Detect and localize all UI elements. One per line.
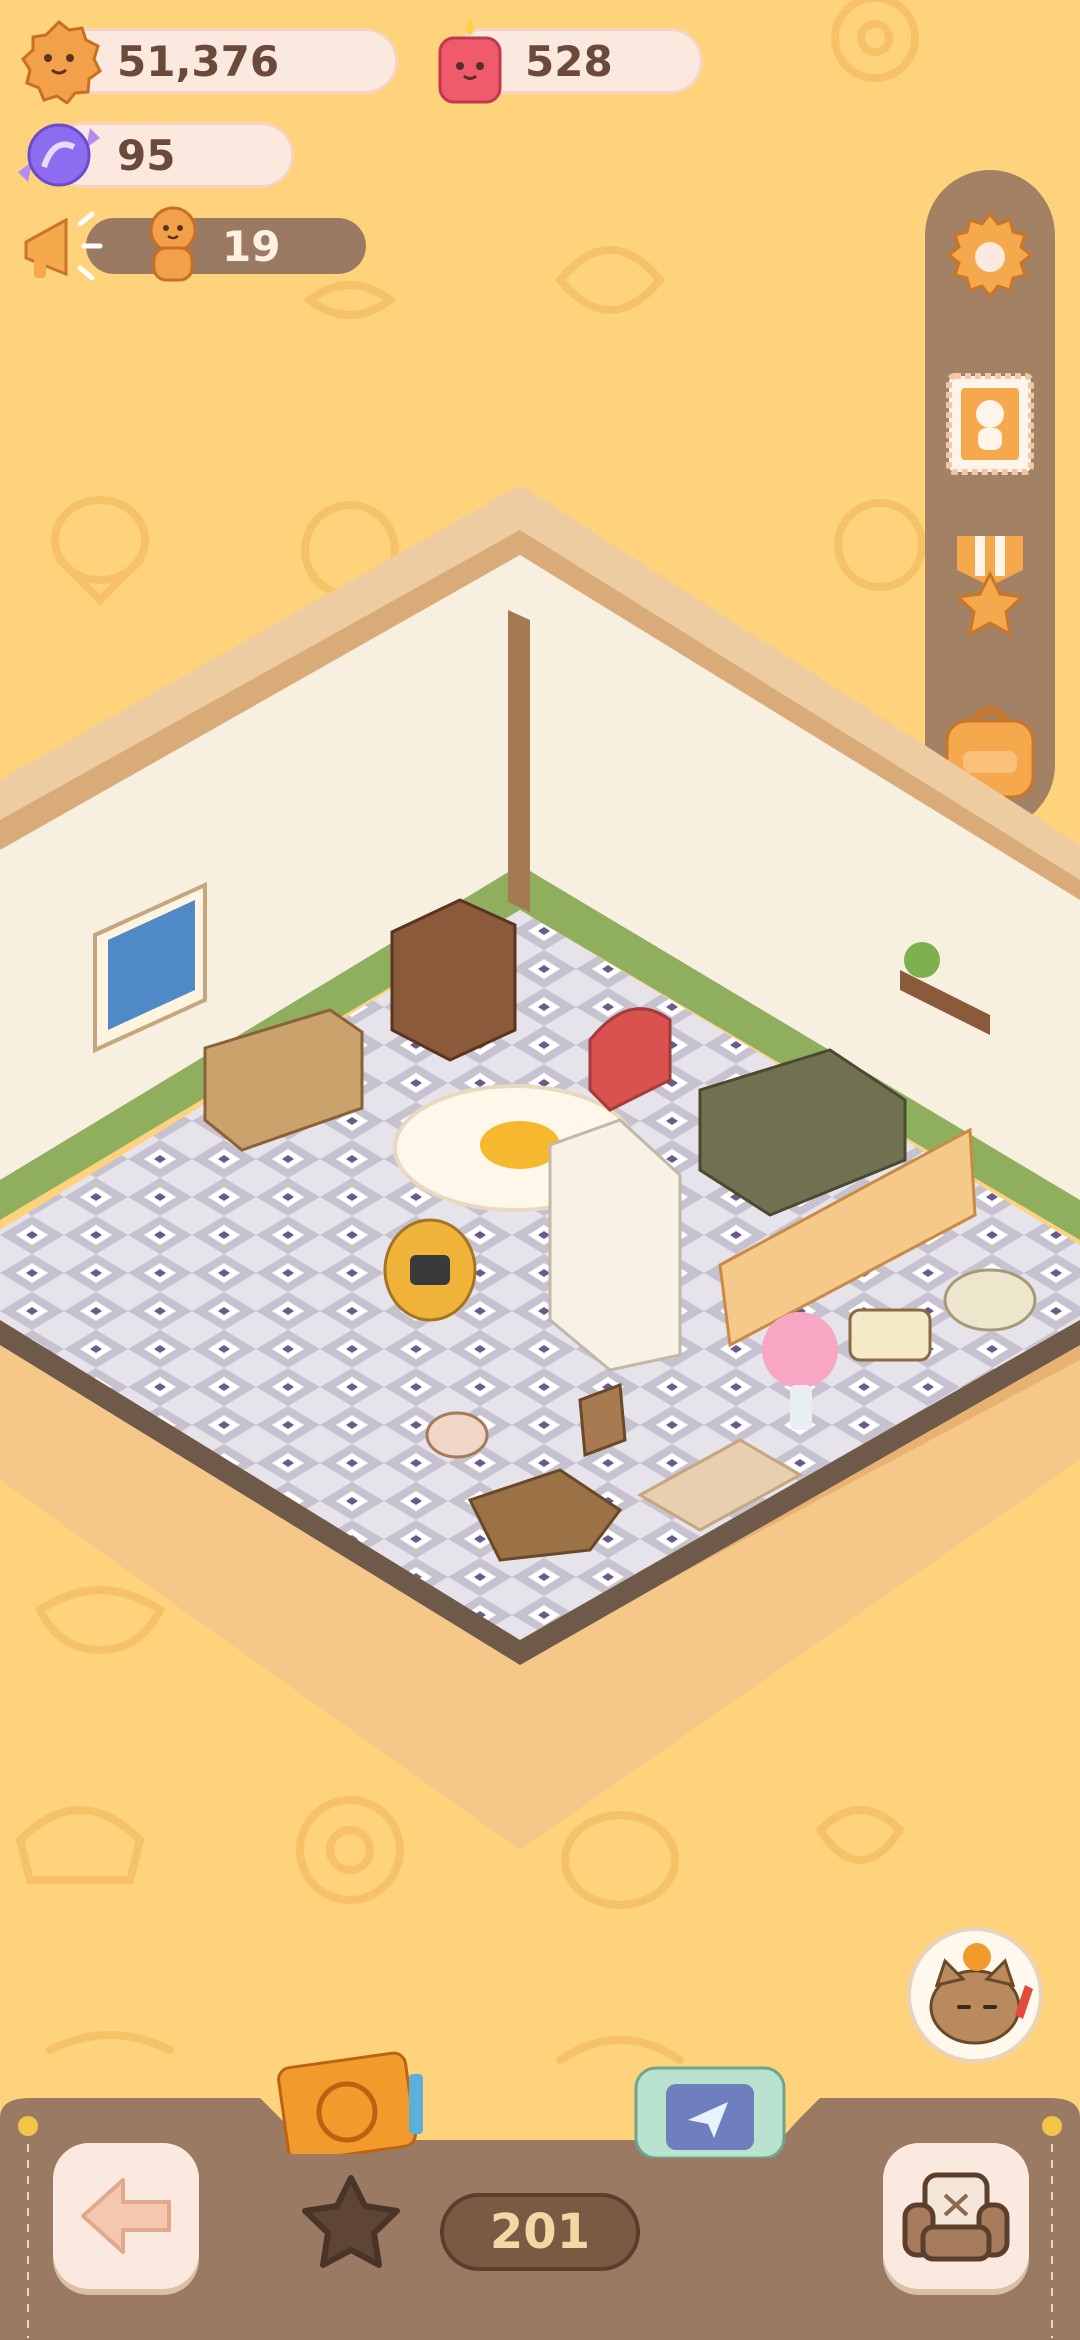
candy-icon xyxy=(18,123,100,187)
furniture-count: 201 xyxy=(489,2204,591,2260)
back-button[interactable] xyxy=(53,2143,199,2289)
camera-icon[interactable] xyxy=(630,2048,790,2158)
cat-character-icon[interactable] xyxy=(905,1925,1045,2065)
cookie-count: 51,376 xyxy=(117,36,280,86)
arrow-left-icon xyxy=(81,2178,171,2254)
megaphone-icon[interactable] xyxy=(20,206,110,288)
candle-icon xyxy=(438,18,502,104)
folder-icon[interactable] xyxy=(275,2044,435,2154)
visitor-bar[interactable]: 19 xyxy=(86,218,366,274)
armchair-icon xyxy=(902,2172,1010,2262)
furniture-button[interactable] xyxy=(883,2143,1029,2289)
room-scene[interactable] xyxy=(0,470,1080,1870)
gear-icon[interactable] xyxy=(935,202,1045,312)
furniture-count-badge: 201 xyxy=(440,2193,640,2271)
stamp-icon[interactable] xyxy=(935,368,1045,478)
gingerbread-icon xyxy=(149,206,197,282)
candle-count: 528 xyxy=(525,36,613,86)
star-icon[interactable] xyxy=(296,2170,406,2280)
cookie-icon xyxy=(21,19,102,104)
visitor-count: 19 xyxy=(222,221,281,271)
candy-count: 95 xyxy=(117,130,176,180)
